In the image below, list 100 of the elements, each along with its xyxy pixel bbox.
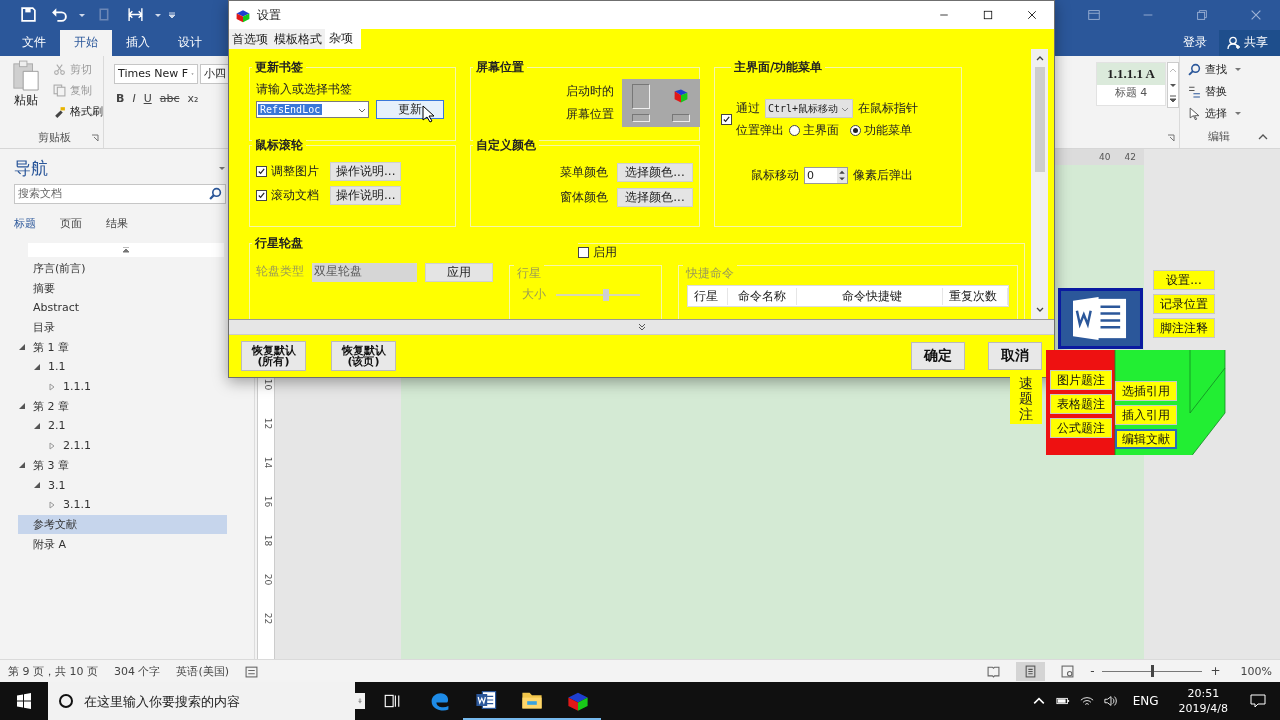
print-layout-icon[interactable] (1016, 661, 1046, 681)
reset-page-button[interactable]: 恢复默认 (该页) (331, 341, 396, 371)
caption-tag[interactable]: 速题注 (1010, 374, 1042, 425)
position-cell[interactable] (672, 113, 690, 122)
slider-thumb[interactable] (603, 288, 610, 301)
maximize-icon[interactable] (982, 9, 994, 21)
checkbox[interactable] (256, 166, 267, 177)
position-cell[interactable] (632, 113, 650, 122)
format-button[interactable]: B (116, 91, 125, 105)
dialog-launcher-icon[interactable] (1167, 133, 1175, 142)
heading-item[interactable]: 序言(前言) (18, 258, 227, 279)
taskbar-search-field[interactable]: 在这里输入你要搜索的内容 (84, 682, 355, 720)
expand-arrow-icon[interactable] (18, 461, 26, 470)
find-button[interactable]: 查找 (1188, 59, 1280, 79)
word-count[interactable]: 304 个字 (114, 663, 161, 679)
toolbar-button[interactable]: 设置... (1153, 270, 1215, 290)
save-icon[interactable] (20, 6, 37, 24)
column-header[interactable]: 行星 (688, 287, 728, 305)
caption-button[interactable]: 表格题注 (1050, 394, 1112, 414)
heading-item[interactable]: 摘要 (18, 278, 227, 298)
radio-circle[interactable] (789, 125, 800, 136)
expand-arrow-icon[interactable] (33, 362, 41, 371)
citation-button[interactable]: 选插引用 (1115, 381, 1177, 401)
help-button[interactable]: 操作说明... (330, 162, 402, 181)
toolbar-button[interactable]: 脚注注释 (1153, 318, 1215, 338)
web-layout-icon[interactable] (1061, 664, 1075, 678)
customize-icon[interactable] (168, 10, 176, 19)
radio-option[interactable]: 主界面 (789, 122, 839, 139)
caret-icon[interactable] (1234, 65, 1242, 74)
checkbox-option[interactable]: 启用 (578, 244, 617, 261)
heading-item[interactable]: 2.1 (18, 416, 227, 436)
pane-options-icon[interactable] (218, 164, 226, 173)
close-icon[interactable] (1026, 9, 1038, 21)
shortcut-dropdown[interactable]: Ctrl+鼠标移动 (765, 99, 854, 118)
number-spinner[interactable]: 0 (804, 167, 848, 184)
chevron-icon[interactable] (636, 323, 647, 331)
caption-button[interactable]: 图片题注 (1050, 370, 1112, 390)
restore-icon[interactable] (1195, 7, 1209, 22)
format-painter-button[interactable]: 格式刷 (53, 101, 103, 121)
heading-item[interactable]: 附录 A (18, 534, 227, 554)
ribbon-tab[interactable]: 开始 (60, 29, 112, 56)
gallery-scroll-icon[interactable] (1167, 61, 1179, 108)
start-icon[interactable] (16, 693, 32, 709)
choose-color-button[interactable]: 选择颜色... (617, 188, 693, 207)
cancel-button[interactable]: 取消 (988, 342, 1042, 370)
volume-icon[interactable] (1103, 695, 1118, 707)
radio-option[interactable]: 功能菜单 (850, 122, 912, 139)
task-view-icon[interactable] (383, 692, 401, 710)
style-gallery-item[interactable]: 1.1.1.1 A 标题 4 (1096, 61, 1166, 106)
bookmark-dropdown[interactable]: RefsEndLoc (256, 101, 369, 118)
zoom-in-button[interactable]: + (1210, 664, 1221, 679)
checkbox[interactable] (256, 190, 267, 201)
document-app-icon[interactable] (1058, 288, 1143, 349)
checkbox[interactable] (721, 113, 732, 125)
dialog-tab[interactable]: 杂项 (325, 29, 361, 49)
sign-in-link[interactable]: 登录 (1183, 34, 1207, 52)
checkbox-option[interactable]: 调整图片 (256, 163, 322, 180)
pane-tab[interactable]: 标题 (14, 215, 36, 231)
radio-circle[interactable] (850, 125, 861, 136)
heading-item[interactable]: 1.1.1 (18, 376, 227, 397)
select-button[interactable]: 选择 (1188, 103, 1280, 123)
collapse-ribbon-icon[interactable] (1258, 133, 1268, 140)
update-button[interactable]: 更新 (376, 100, 444, 119)
expand-arrow-icon[interactable] (33, 421, 41, 430)
scrollbar-thumb[interactable] (1034, 67, 1045, 172)
heading-item[interactable]: 3.1 (18, 475, 227, 495)
format-button[interactable]: abc (159, 91, 180, 105)
dialog-launcher-icon[interactable] (91, 133, 99, 142)
language-indicator[interactable]: 英语(美国) (176, 663, 230, 679)
format-button[interactable]: U (143, 91, 152, 105)
collapse-icon[interactable] (122, 246, 130, 253)
heading-item[interactable]: 2.1.1 (18, 435, 227, 456)
heading-item[interactable]: Abstract (18, 298, 227, 318)
ribbon-tab[interactable]: 文件 (8, 29, 60, 56)
heading-item[interactable]: 第 1 章 (18, 337, 227, 358)
slider-thumb[interactable] (1151, 665, 1155, 678)
checkbox[interactable] (578, 247, 589, 258)
heading-item[interactable]: 第 3 章 (18, 455, 227, 476)
format-button[interactable]: x₂ (187, 91, 199, 105)
column-header[interactable]: 重复次数 (942, 287, 1008, 305)
ok-button[interactable]: 确定 (911, 342, 965, 370)
ribbon-options-icon[interactable] (1087, 7, 1101, 22)
toolbar-button[interactable]: 记录位置 (1153, 294, 1215, 314)
heading-item[interactable]: 参考文献 (18, 514, 227, 535)
battery-icon[interactable] (1055, 695, 1070, 707)
search-icon[interactable] (209, 186, 222, 200)
heading-item[interactable]: 第 2 章 (18, 396, 227, 417)
citation-button[interactable]: 插入引用 (1115, 405, 1177, 425)
notification-icon[interactable] (1250, 693, 1266, 709)
macro-icon[interactable] (245, 664, 259, 678)
heading-item[interactable]: 1.1 (18, 357, 227, 377)
pane-tab[interactable]: 结果 (106, 215, 128, 231)
expand-arrow-icon[interactable] (18, 343, 26, 352)
touch-mode-icon[interactable] (127, 6, 144, 24)
expand-arrow-icon[interactable] (33, 481, 41, 490)
apply-button[interactable]: 应用 (425, 263, 493, 282)
read-mode-icon[interactable] (987, 664, 1001, 678)
wheel-type-dropdown[interactable]: 双星轮盘 (312, 263, 417, 282)
spinner-arrows-icon[interactable] (837, 168, 847, 183)
caption-button[interactable]: 公式题注 (1050, 418, 1112, 438)
